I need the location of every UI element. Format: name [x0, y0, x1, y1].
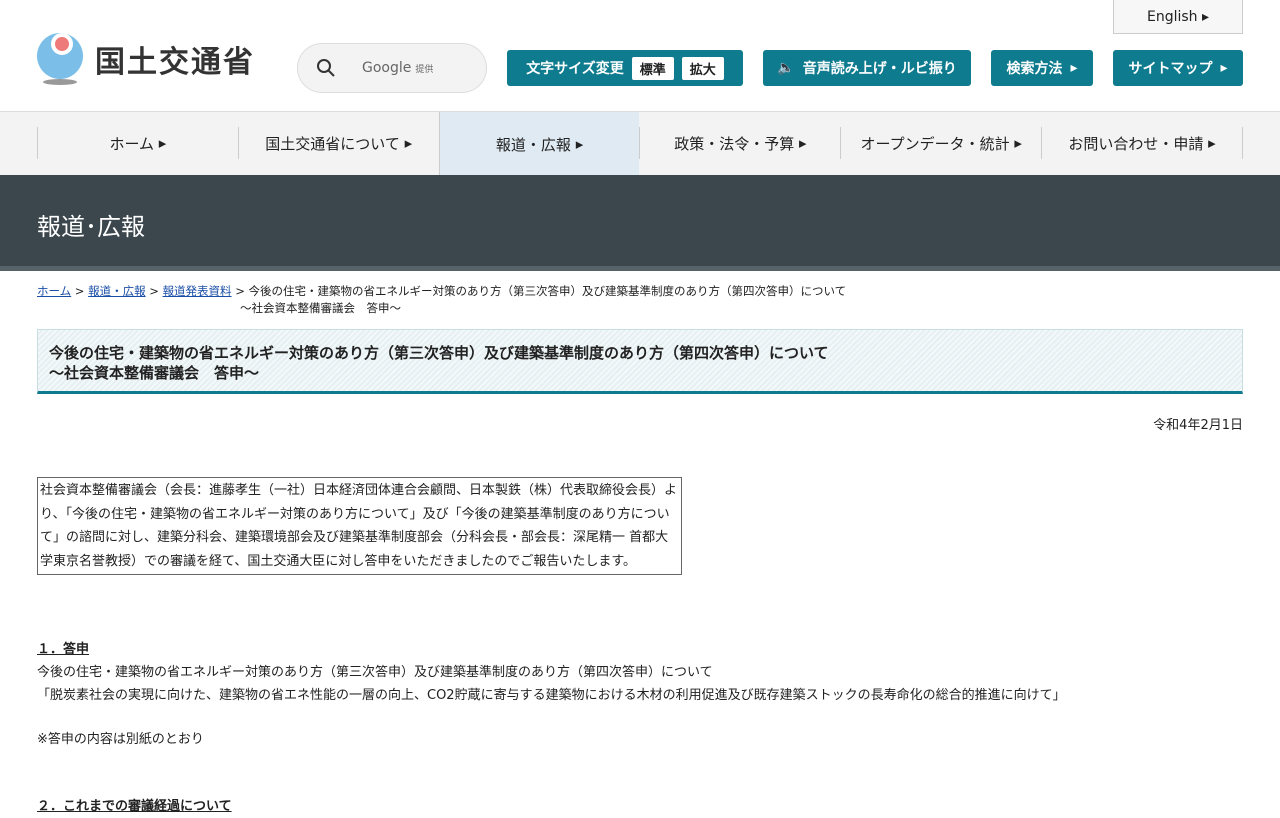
search-box[interactable]: Google 提供 [297, 43, 487, 93]
logo-icon [37, 33, 85, 85]
search-placeholder: Google [362, 60, 412, 76]
font-size-control: 文字サイズ変更 標準 拡大 [507, 50, 743, 86]
breadcrumb: ホーム > 報道・広報 > 報道発表資料 > 今後の住宅・建築物の省エネルギー対… [37, 284, 847, 315]
voice-label: 音声読み上げ・ルビ振り [802, 61, 957, 77]
nav-label: オープンデータ・統計 [860, 134, 1010, 153]
section1-note: ※答申の内容は別紙のとおり [37, 732, 204, 747]
nav-home[interactable]: ホーム ▸ [37, 127, 238, 159]
breadcrumb-current-sub: ～社会資本整備審議会 答申～ [240, 301, 401, 315]
summary-box: 社会資本整備審議会（会長：進藤孝生（一社）日本経済団体連合会顧問、日本製鉄（株）… [37, 477, 682, 575]
font-size-label: 文字サイズ変更 [526, 61, 624, 77]
mlit-logo[interactable]: 国土交通省 [37, 33, 255, 85]
body-content: １．答申 今後の住宅・建築物の省エネルギー対策のあり方（第三次答申）及び建築基準… [37, 638, 1237, 818]
search-provider: 提供 [415, 65, 434, 75]
title-line1: 今後の住宅・建築物の省エネルギー対策のあり方（第三次答申）及び建築基準制度のあり… [49, 344, 829, 362]
nav-label: 政策・法令・予算 [674, 134, 795, 153]
global-nav: ホーム ▸ 国土交通省について ▸ 報道・広報 ▸ 政策・法令・予算 ▸ オープ… [0, 111, 1280, 176]
logo-text: 国土交通省 [95, 45, 255, 80]
nav-press[interactable]: 報道・広報 ▸ [438, 112, 640, 176]
english-label: English [1146, 8, 1198, 25]
font-large-button[interactable]: 拡大 [681, 56, 724, 80]
breadcrumb-releases[interactable]: 報道発表資料 [163, 284, 232, 298]
section-banner: 報道･広報 [0, 175, 1280, 271]
sitemap-label: サイトマップ [1128, 61, 1213, 77]
voice-button[interactable]: 🔈 音声読み上げ・ルビ振り [763, 50, 971, 86]
nav-about[interactable]: 国土交通省について ▸ [237, 127, 439, 159]
breadcrumb-home[interactable]: ホーム [37, 284, 71, 298]
nav-label: ホーム [109, 134, 155, 153]
page-title: 今後の住宅・建築物の省エネルギー対策のあり方（第三次答申）及び建築基準制度のあり… [37, 329, 1243, 394]
nav-opendata[interactable]: オープンデータ・統計 ▸ [840, 127, 1041, 159]
nav-label: 報道・広報 [495, 135, 571, 154]
release-date: 令和4年2月1日 [1153, 418, 1243, 433]
section2-heading: ２．これまでの審議経過について [37, 799, 232, 814]
nav-label: 国土交通省について [265, 134, 400, 153]
search-icon [317, 59, 335, 77]
breadcrumb-press[interactable]: 報道・広報 [88, 284, 146, 298]
breadcrumb-current: 今後の住宅・建築物の省エネルギー対策のあり方（第三次答申）及び建築基準制度のあり… [248, 284, 847, 298]
sitemap-button[interactable]: サイトマップ ▸ [1113, 50, 1243, 86]
font-standard-button[interactable]: 標準 [631, 56, 674, 80]
title-line2: ～社会資本整備審議会 答申～ [49, 364, 260, 382]
english-link[interactable]: English ▸ [1113, 0, 1243, 34]
search-method-button[interactable]: 検索方法 ▸ [991, 50, 1093, 86]
nav-label: お問い合わせ・申請 [1068, 134, 1204, 153]
nav-contact[interactable]: お問い合わせ・申請 ▸ [1041, 127, 1243, 159]
section1-heading: １．答申 [37, 642, 90, 657]
section1-line2: 「脱炭素社会の実現に向けた、建築物の省エネ性能の一層の向上、CO2貯蔵に寄与する… [37, 688, 1066, 703]
section1-line1: 今後の住宅・建築物の省エネルギー対策のあり方（第三次答申）及び建築基準制度のあり… [37, 665, 713, 680]
speaker-icon: 🔈 [777, 60, 795, 76]
search-method-label: 検索方法 [1006, 61, 1063, 77]
nav-policy[interactable]: 政策・法令・予算 ▸ [639, 127, 840, 159]
